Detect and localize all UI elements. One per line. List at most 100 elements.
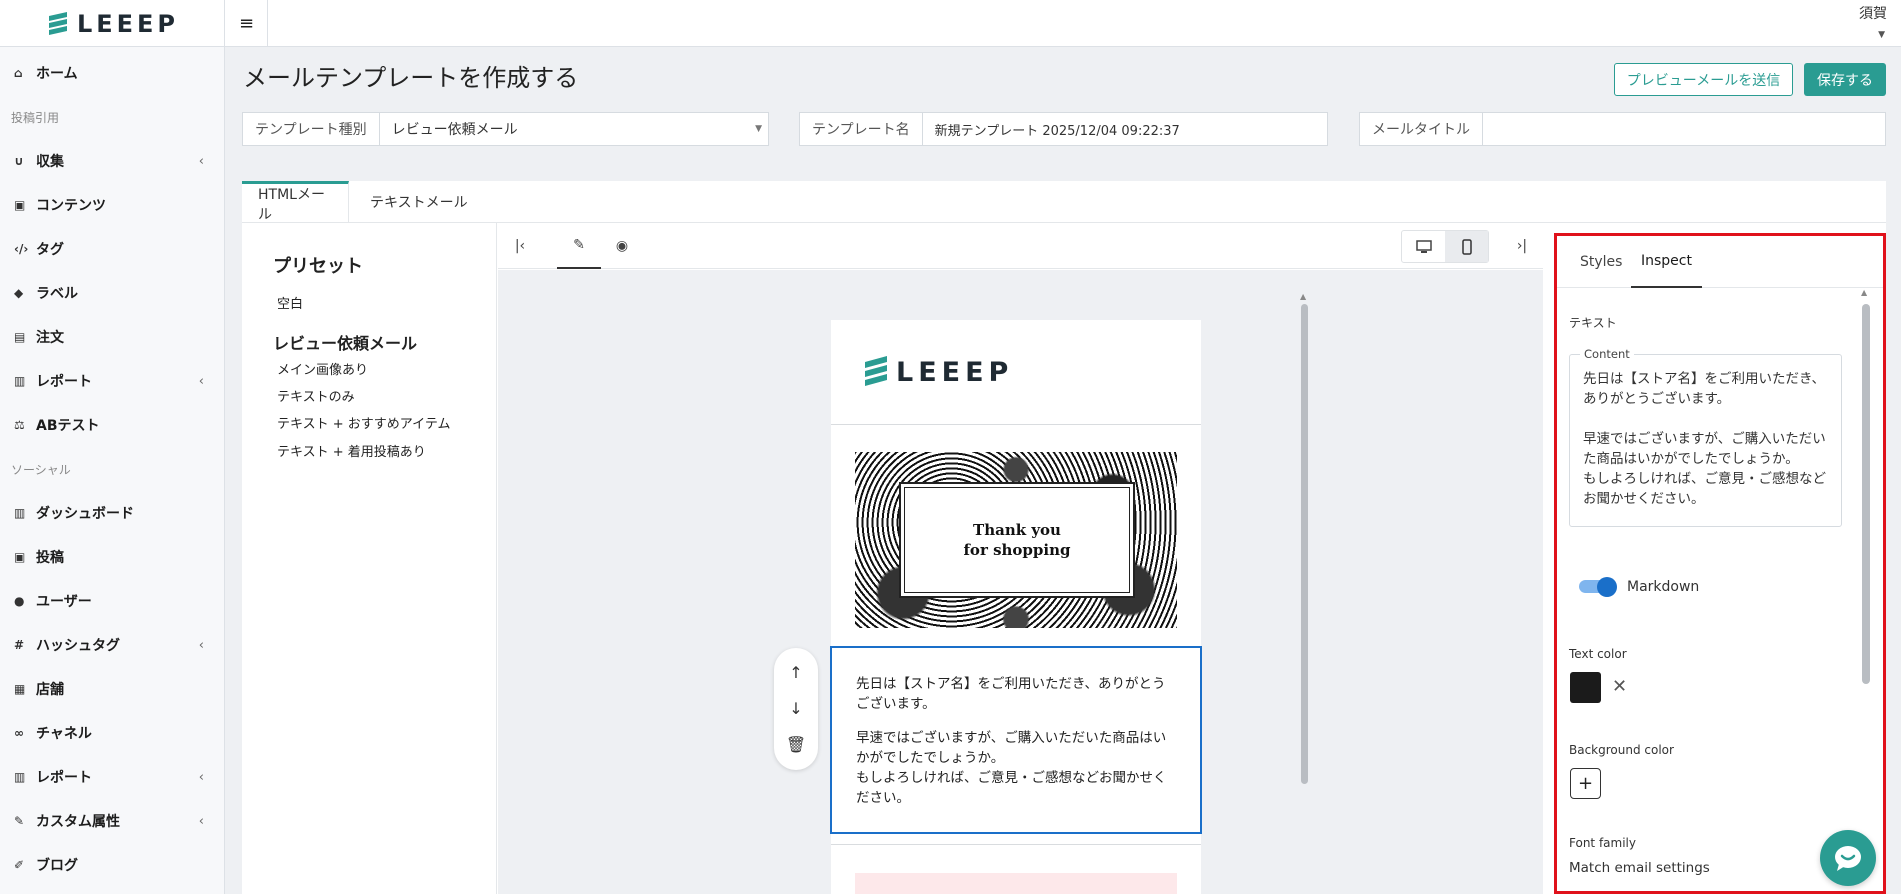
text-color-swatch[interactable] [1570, 672, 1601, 703]
sidebar-item-blog[interactable]: ✐ ブログ [0, 843, 224, 887]
hashtag-icon: # [14, 638, 25, 652]
markdown-toggle[interactable] [1579, 577, 1617, 597]
link-icon: ∞ [14, 726, 24, 740]
save-button[interactable]: 保存する [1804, 63, 1886, 96]
sidebar-item-hashtag[interactable]: # ハッシュタグ ‹ [0, 623, 224, 667]
text-color-label: Text color [1569, 647, 1627, 661]
bar-chart-icon: ▥ [14, 770, 26, 784]
desktop-view-icon[interactable] [1402, 231, 1445, 262]
home-icon: ⌂ [14, 66, 23, 80]
mail-subject-field: メールタイトル [1359, 112, 1886, 146]
email-logo-text: LEEEP [896, 356, 1014, 388]
bar-chart-icon: ▥ [14, 506, 26, 520]
tab-html-mail[interactable]: HTMLメール [242, 181, 349, 223]
app-logo[interactable]: LEEEP [0, 0, 225, 47]
email-divider [831, 844, 1201, 845]
sidebar-item-collect[interactable]: ∪ 収集 ‹ [0, 139, 224, 183]
sidebar-item-label[interactable]: ◆ ラベル [0, 271, 224, 315]
menu-toggle-icon[interactable]: ≡ [226, 0, 268, 47]
preview-eye-icon[interactable]: ◉ [610, 223, 634, 269]
add-background-color-icon[interactable]: + [1570, 768, 1601, 799]
chevron-left-icon: ‹ [198, 373, 204, 389]
mail-format-tabs: HTMLメール テキストメール [242, 181, 1886, 223]
sidebar-item-store[interactable]: ▦ 店舗 [0, 667, 224, 711]
email-hero-image[interactable]: Thank you for shopping [855, 452, 1177, 628]
chevron-left-icon: ‹ [198, 769, 204, 785]
move-down-arrow-icon[interactable]: ↓ [774, 690, 818, 726]
collapse-left-icon[interactable]: |‹ [508, 223, 532, 269]
scroll-up-icon[interactable]: ▲ [1861, 288, 1867, 297]
template-type-label: テンプレート種別 [243, 113, 380, 145]
caret-down-icon: ▼ [755, 124, 762, 134]
inspect-scrollbar[interactable]: ▲ [1861, 288, 1871, 894]
sidebar-item-channel[interactable]: ∞ チャネル [0, 711, 224, 755]
content-legend: Content [1580, 347, 1634, 361]
device-toggle [1401, 230, 1489, 263]
mail-subject-input[interactable] [1483, 113, 1885, 145]
sidebar-item-posts[interactable]: ▣ 投稿 [0, 535, 224, 579]
sidebar-item-dashboard[interactable]: ▥ ダッシュボード [0, 491, 224, 535]
sidebar-item-report-social[interactable]: ▥ レポート ‹ [0, 755, 224, 799]
user-name[interactable]: 須賀 [1859, 3, 1887, 23]
top-bar: LEEEP ≡ 須賀 ▼ [0, 0, 1901, 47]
sidebar-item-ab-test[interactable]: ⚖ ABテスト [0, 403, 224, 447]
chevron-left-icon: ‹ [198, 153, 204, 169]
template-type-select[interactable]: レビュー依頼メール ▼ [380, 113, 768, 145]
code-icon: ‹/› [14, 242, 29, 256]
preset-text-only[interactable]: テキストのみ [277, 386, 355, 405]
collapse-right-icon[interactable]: ›| [1510, 223, 1534, 269]
sidebar-item-home[interactable]: ⌂ ホーム [0, 51, 224, 95]
mobile-view-icon[interactable] [1445, 231, 1488, 262]
chevron-left-icon: ‹ [198, 813, 204, 829]
tab-text-mail[interactable]: テキストメール [354, 181, 484, 223]
content-text: 先日は【ストア名】をご利用いただき、ありがとうございます。 早速ではございますが… [1583, 371, 1826, 507]
font-family-label: Font family [1569, 836, 1636, 850]
email-logo-block[interactable]: LEEEP [831, 320, 1201, 425]
scroll-up-icon[interactable]: ▲ [1300, 292, 1306, 301]
block-move-controls: ↑ ↓ 🗑 [774, 648, 818, 770]
logo-mark-icon [865, 356, 887, 386]
email-pink-block[interactable] [855, 873, 1177, 894]
template-name-field: テンプレート名 新規テンプレート 2025/12/04 09:22:37 [799, 112, 1328, 146]
inspect-section-title: テキスト [1569, 316, 1617, 330]
sidebar-item-contents[interactable]: ▣ コンテンツ [0, 183, 224, 227]
move-up-arrow-icon[interactable]: ↑ [774, 654, 818, 690]
cart-icon: ▤ [14, 330, 26, 344]
sidebar-item-users[interactable]: ● ユーザー [0, 579, 224, 623]
background-color-label: Background color [1569, 743, 1674, 757]
preset-text-recommended[interactable]: テキスト + おすすめアイテム [277, 413, 450, 432]
hero-caption: Thank you for shopping [899, 482, 1135, 598]
send-preview-button[interactable]: プレビューメールを送信 [1614, 63, 1793, 96]
inspect-panel: Styles Inspect テキスト Content 先日は【ストア名】をご利… [1554, 233, 1886, 894]
canvas-scrollbar[interactable]: ▲ [1299, 292, 1309, 894]
font-family-select[interactable]: Match email settings [1569, 860, 1710, 876]
template-name-label: テンプレート名 [800, 113, 923, 145]
chat-icon[interactable] [1820, 830, 1876, 886]
building-icon: ▦ [14, 682, 26, 696]
clear-color-icon[interactable]: ✕ [1612, 676, 1627, 697]
preset-blank[interactable]: 空白 [277, 293, 303, 312]
sidebar-item-order[interactable]: ▤ 注文 [0, 315, 224, 359]
preset-text-posts[interactable]: テキスト + 着用投稿あり [277, 441, 426, 460]
chevron-left-icon: ‹ [198, 637, 204, 653]
content-textarea[interactable]: Content 先日は【ストア名】をご利用いただき、ありがとうございます。 早速… [1569, 347, 1842, 527]
mail-subject-label: メールタイトル [1360, 113, 1483, 145]
tab-inspect[interactable]: Inspect [1631, 236, 1702, 288]
bar-chart-icon: ▥ [14, 374, 26, 388]
preset-group-review: レビュー依頼メール [273, 334, 418, 353]
image-icon: ▣ [14, 550, 26, 564]
email-text-block-selected[interactable]: 先日は【ストア名】をご利用いただき、ありがとうございます。 早速ではございますが… [830, 646, 1202, 834]
email-preview: LEEEP Thank you for shopping 先日は【ストア名】をご… [830, 320, 1202, 894]
tab-styles[interactable]: Styles [1580, 236, 1622, 288]
edit-pencil-icon[interactable]: ✎ [557, 223, 601, 269]
sidebar: ⌂ ホーム 投稿引用 ∪ 収集 ‹ ▣ コンテンツ ‹/› タグ ◆ ラベル ▤ 注文 ▥ レポ… [0, 47, 225, 894]
user-menu-caret-icon[interactable]: ▼ [1878, 30, 1885, 40]
sidebar-item-report[interactable]: ▥ レポート ‹ [0, 359, 224, 403]
template-type-field: テンプレート種別 レビュー依頼メール ▼ [242, 112, 769, 146]
template-name-input[interactable]: 新規テンプレート 2025/12/04 09:22:37 [923, 113, 1327, 145]
sidebar-item-custom-attr[interactable]: ✎ カスタム属性 ‹ [0, 799, 224, 843]
preset-main-image[interactable]: メイン画像あり [277, 359, 368, 378]
delete-trash-icon[interactable]: 🗑 [774, 726, 818, 762]
tag-icon: ◆ [14, 286, 24, 300]
sidebar-item-tag[interactable]: ‹/› タグ [0, 227, 224, 271]
